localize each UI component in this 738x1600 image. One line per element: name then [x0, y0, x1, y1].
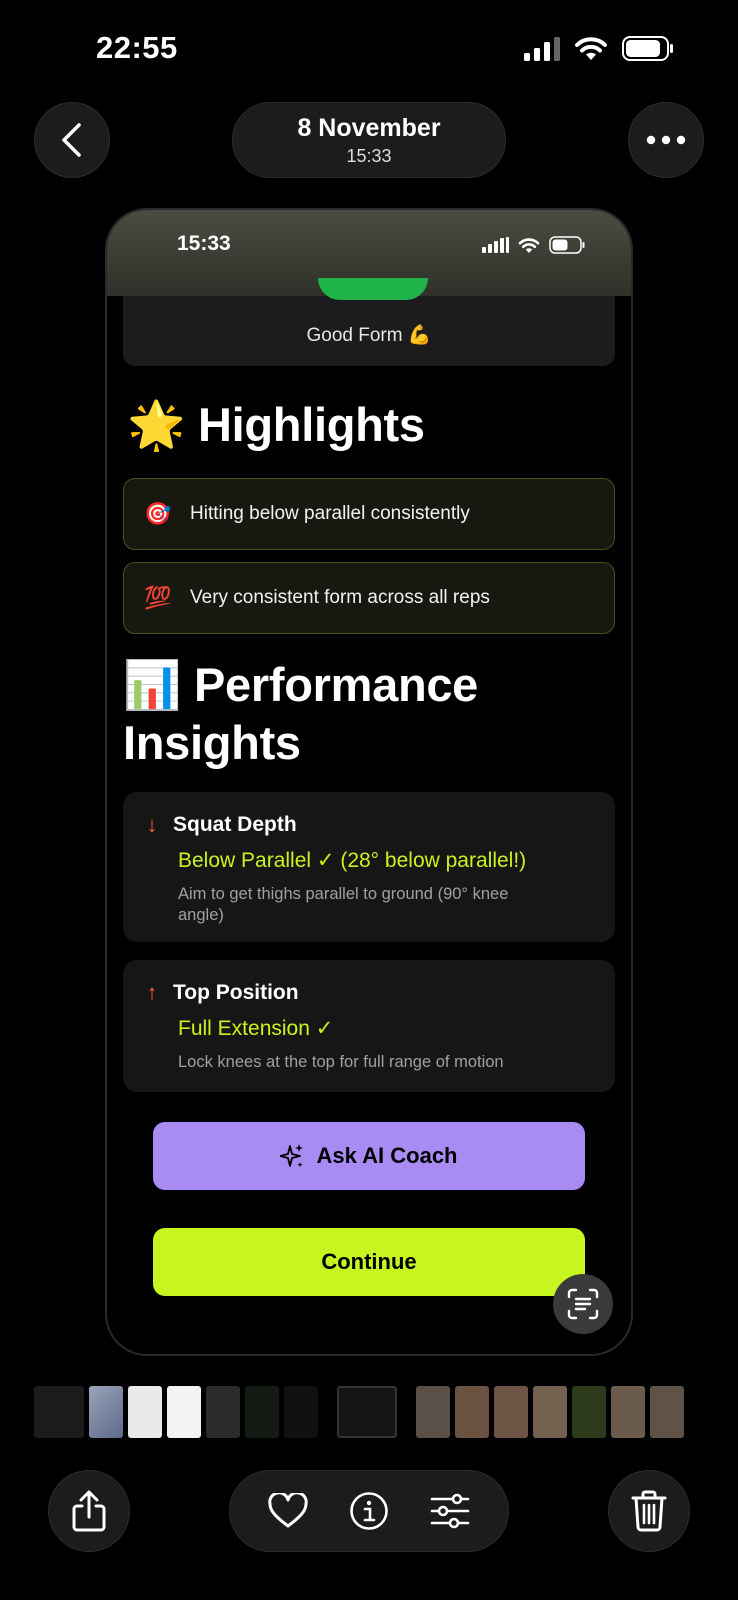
cellular-signal-icon — [482, 237, 509, 253]
insight-value: Full Extension ✓ — [178, 1017, 334, 1040]
form-score-label: Good Form 💪 — [306, 325, 432, 346]
highlight-text: Hitting below parallel consistently — [190, 503, 470, 524]
ellipsis-icon — [646, 135, 686, 145]
thumbnail[interactable] — [611, 1386, 645, 1438]
wifi-icon — [518, 237, 540, 253]
ask-ai-coach-button[interactable]: Ask AI Coach — [153, 1122, 585, 1190]
info-icon — [350, 1492, 388, 1530]
thumbnail[interactable] — [206, 1386, 240, 1438]
sparkles-icon — [280, 1144, 304, 1168]
cellular-signal-icon — [524, 36, 560, 61]
status-time: 22:55 — [96, 30, 178, 65]
arrow-up-icon: ↑ — [146, 980, 158, 1005]
info-button[interactable] — [344, 1486, 394, 1536]
screenshot-preview[interactable]: 15:33 Good Form 💪 🌟 Highlights 🎯 Hitting… — [105, 208, 633, 1356]
score-value-partial — [318, 278, 428, 300]
photo-date: 8 November — [297, 113, 441, 142]
back-button[interactable] — [34, 102, 110, 178]
hundred-points-icon: 💯 — [144, 585, 172, 610]
target-icon: 🎯 — [144, 501, 172, 526]
photo-actions — [229, 1470, 509, 1552]
thumbnail[interactable] — [167, 1386, 201, 1438]
thumbnail[interactable] — [284, 1386, 318, 1438]
chevron-left-icon — [62, 123, 81, 157]
continue-button[interactable]: Continue — [153, 1228, 585, 1296]
adjust-button[interactable] — [425, 1486, 475, 1536]
continue-label: Continue — [321, 1249, 417, 1274]
embedded-status-time: 15:33 — [177, 232, 231, 255]
share-button[interactable] — [48, 1470, 130, 1552]
thumbnail[interactable] — [533, 1386, 567, 1438]
embedded-status-icons — [482, 236, 585, 254]
highlight-item: 🎯 Hitting below parallel consistently — [123, 478, 615, 550]
highlights-heading: 🌟 Highlights — [127, 398, 425, 451]
thumbnail[interactable] — [650, 1386, 684, 1438]
status-bar: 22:55 — [0, 0, 738, 100]
insight-card-top-position: ↑ Top Position Full Extension ✓ Lock kne… — [123, 960, 615, 1092]
thumbnail[interactable] — [572, 1386, 606, 1438]
thumbnail[interactable] — [128, 1386, 162, 1438]
battery-icon — [622, 36, 673, 61]
thumbnail[interactable] — [416, 1386, 450, 1438]
form-score-card: Good Form 💪 — [123, 278, 615, 366]
insight-card-squat-depth: ↓ Squat Depth Below Parallel ✓ (28° belo… — [123, 792, 615, 942]
more-button[interactable] — [628, 102, 704, 178]
photo-time: 15:33 — [346, 145, 392, 166]
highlight-item: 💯 Very consistent form across all reps — [123, 562, 615, 634]
thumbnail[interactable] — [245, 1386, 279, 1438]
insight-label: Top Position — [173, 981, 299, 1004]
performance-insights-heading: 📊 Performance Insights — [123, 658, 479, 769]
arrow-down-icon: ↓ — [146, 812, 158, 837]
insight-value: Below Parallel ✓ (28° below parallel!) — [178, 849, 527, 872]
insight-note: Lock knees at the top for full range of … — [178, 1053, 504, 1071]
thumbnail[interactable] — [34, 1386, 84, 1438]
thumbnail[interactable] — [494, 1386, 528, 1438]
trash-icon — [631, 1490, 667, 1532]
thumbnail-strip[interactable] — [34, 1386, 704, 1438]
ask-ai-coach-label: Ask AI Coach — [316, 1143, 458, 1168]
favorite-button[interactable] — [263, 1486, 313, 1536]
highlight-text: Very consistent form across all reps — [190, 587, 490, 608]
live-text-button[interactable] — [553, 1274, 613, 1334]
status-icons — [524, 36, 674, 61]
battery-icon — [549, 236, 585, 254]
live-text-icon — [567, 1288, 599, 1320]
insight-note: Aim to get thighs parallel to ground (90… — [178, 885, 509, 924]
thumbnail[interactable] — [89, 1386, 123, 1438]
heart-icon — [268, 1493, 309, 1528]
insight-label: Squat Depth — [173, 813, 297, 836]
wifi-icon — [575, 37, 607, 60]
date-pill: 8 November 15:33 — [232, 102, 506, 178]
adjust-icon — [430, 1493, 469, 1529]
delete-button[interactable] — [608, 1470, 690, 1552]
thumbnail-current[interactable] — [337, 1386, 397, 1438]
thumbnail[interactable] — [455, 1386, 489, 1438]
share-icon — [72, 1490, 106, 1532]
